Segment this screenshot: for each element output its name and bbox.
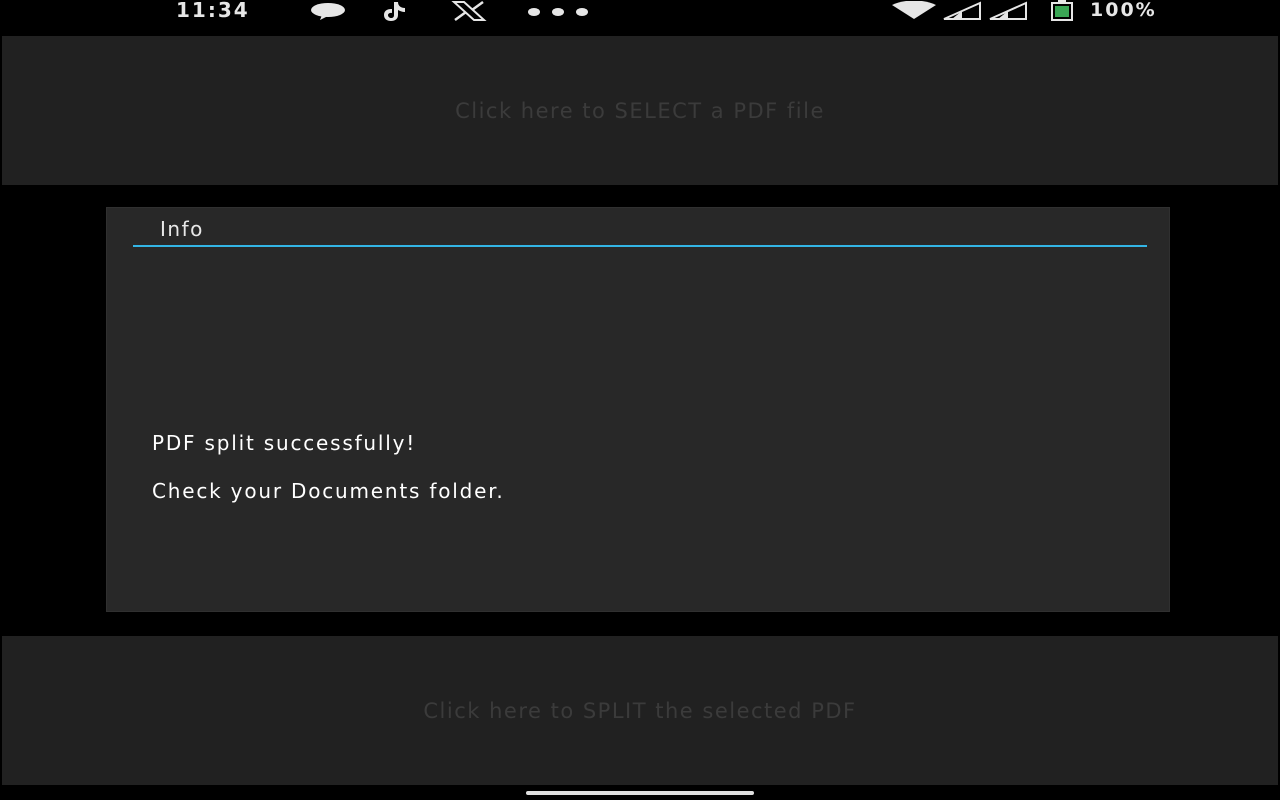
tiktok-icon <box>378 0 412 22</box>
battery-icon <box>1048 0 1076 22</box>
cell-signal-icon <box>940 0 982 22</box>
cell-signal-icon <box>986 0 1028 22</box>
status-time: 11:34 <box>176 0 250 22</box>
chat-bubble-icon <box>308 0 348 22</box>
dialog-message: PDF split successfully! Check your Docum… <box>152 407 505 527</box>
dialog-title-divider <box>133 245 1147 247</box>
dialog-title: Info <box>160 217 204 241</box>
info-dialog: Info PDF split successfully! Check your … <box>106 207 1170 612</box>
split-pdf-label: Click here to SPLIT the selected PDF <box>423 698 857 723</box>
status-bar: 11:34 100% <box>0 0 1280 24</box>
wifi-icon <box>890 0 938 22</box>
dialog-message-line-2: Check your Documents folder. <box>152 479 505 503</box>
more-dots-icon <box>526 0 590 22</box>
battery-percent: 100% <box>1090 0 1157 21</box>
dialog-message-line-1: PDF split successfully! <box>152 431 417 455</box>
select-pdf-label: Click here to SELECT a PDF file <box>455 98 825 123</box>
split-pdf-button[interactable]: Click here to SPLIT the selected PDF <box>2 636 1278 785</box>
gesture-nav-handle[interactable] <box>526 791 754 795</box>
select-pdf-button[interactable]: Click here to SELECT a PDF file <box>2 36 1278 185</box>
x-logo-icon <box>450 0 488 22</box>
